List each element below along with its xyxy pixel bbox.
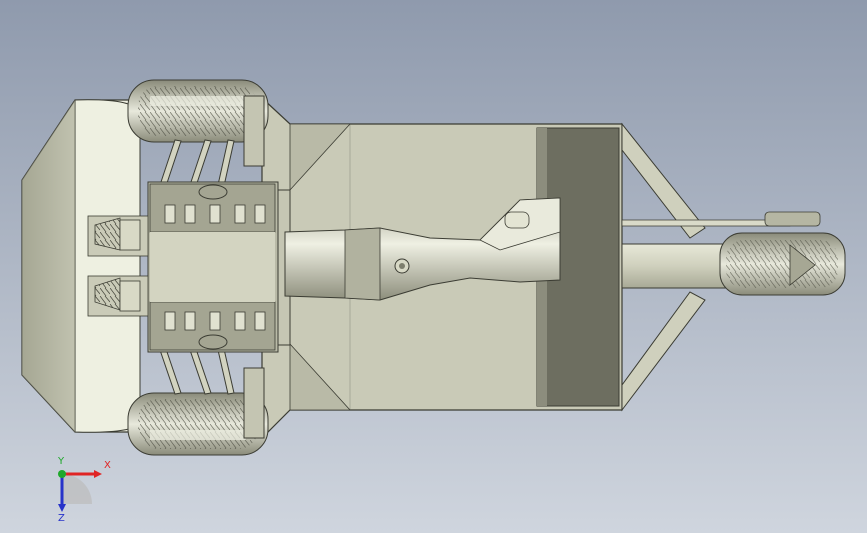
z-axis-arrowhead bbox=[58, 504, 66, 512]
cad-viewport[interactable]: X Y Z bbox=[0, 0, 867, 533]
triad-plane bbox=[62, 474, 92, 504]
vehicle-chassis-model[interactable] bbox=[0, 0, 867, 533]
x-axis-label: X bbox=[104, 460, 111, 471]
x-axis-arrowhead bbox=[94, 470, 102, 478]
engine-block[interactable] bbox=[147, 181, 291, 353]
orientation-triad[interactable]: X Y Z bbox=[44, 452, 114, 524]
y-axis-dot bbox=[58, 470, 66, 478]
y-axis-label: Y bbox=[57, 456, 65, 467]
z-axis-label: Z bbox=[58, 513, 65, 522]
front-nose[interactable] bbox=[21, 99, 141, 433]
